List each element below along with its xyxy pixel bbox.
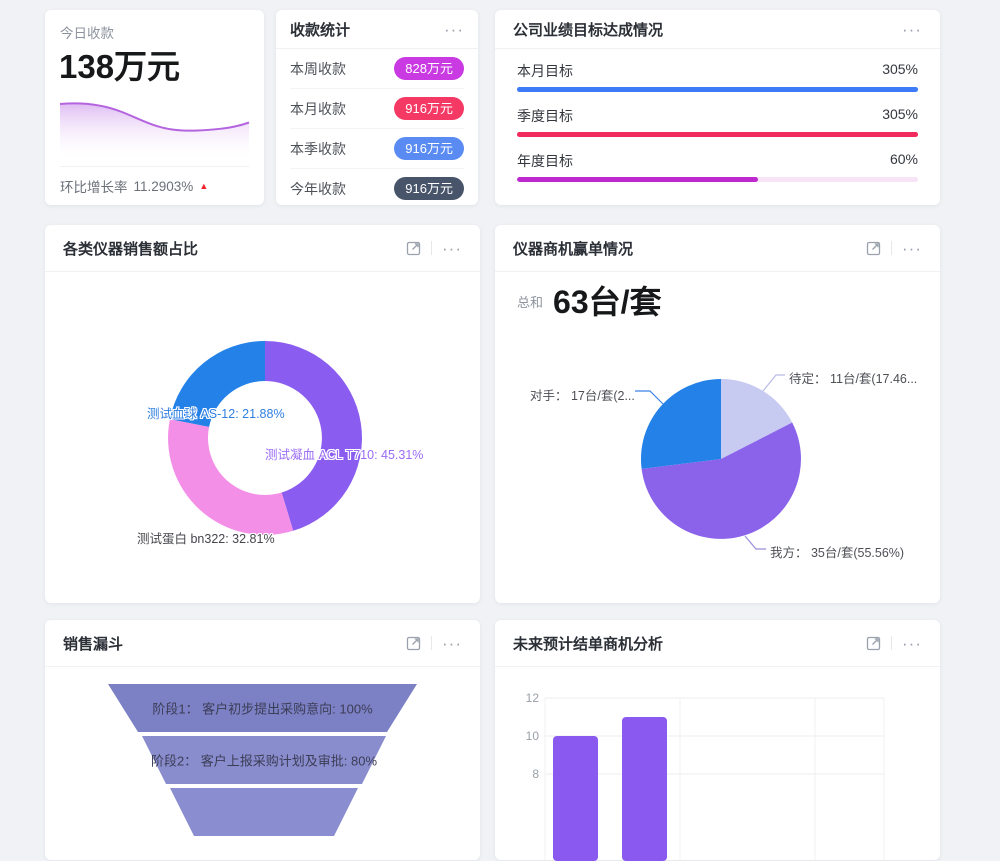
stat-row: 本季收款 916万元 xyxy=(290,129,464,169)
card-header: 销售漏斗 ··· xyxy=(45,620,480,667)
goal-progress-track xyxy=(517,132,918,137)
stats-row-list: 本周收款828万元本月收款916万元本季收款916万元今年收款916万元 xyxy=(276,49,478,205)
card-title: 未来预计结单商机分析 xyxy=(513,633,663,654)
y-axis-tick: 12 xyxy=(526,691,540,705)
donut-slice-label: 测试蛋白 bn322: 32.81% xyxy=(137,528,275,547)
ellipsis-icon[interactable]: ··· xyxy=(442,240,462,257)
sparkline-area xyxy=(60,103,249,161)
card-collection-stats: 收款统计 ··· 本周收款828万元本月收款916万元本季收款916万元今年收款… xyxy=(276,10,478,205)
divider xyxy=(60,166,249,167)
goal-label: 本月目标 xyxy=(517,61,573,81)
today-value: 138万元 xyxy=(59,40,180,88)
today-label: 今日收款 xyxy=(60,22,114,42)
card-today-collection: 今日收款 138万元 环比增长率 11.2903% ▲ xyxy=(45,10,264,205)
pie-chart[interactable]: 总和 63台/套 待定： 11台/套(17.46...我方： 35台/套(55.… xyxy=(495,272,940,604)
goal-row: 季度目标 305% xyxy=(517,106,918,137)
pie-slice-label: 我方： 35台/套(55.56%) xyxy=(770,542,904,561)
card-header: 未来预计结单商机分析 ··· xyxy=(495,620,940,667)
goal-value: 305% xyxy=(882,61,918,81)
up-triangle-icon: ▲ xyxy=(199,182,208,191)
bar-chart[interactable]: 12 10 8 xyxy=(495,667,940,861)
card-opportunity-win: 仪器商机赢单情况 ··· 总和 63台/套 待定： 11台/套(17.46...… xyxy=(495,225,940,603)
funnel-stage-label: 阶段1： 客户初步提出采购意向: 100% xyxy=(152,699,372,718)
card-instrument-sales-share: 各类仪器销售额占比 ··· 测试凝血 ACL T710: 45.31% 测试蛋白 … xyxy=(45,225,480,603)
stat-label: 本周收款 xyxy=(290,59,346,79)
expand-icon[interactable] xyxy=(866,241,881,256)
bar[interactable] xyxy=(622,717,667,861)
donut-slice-label: 测试凝血 ACL T710: 45.31% xyxy=(265,444,423,463)
card-title: 销售漏斗 xyxy=(63,633,123,654)
today-sparkline-chart[interactable] xyxy=(60,97,250,161)
ellipsis-icon[interactable]: ··· xyxy=(902,635,922,652)
donut-slice-label: 测试血球 AS-12: 21.88% xyxy=(147,403,285,422)
expand-icon[interactable] xyxy=(406,241,421,256)
growth-label: 环比增长率 xyxy=(60,176,128,196)
funnel-stage[interactable] xyxy=(170,788,358,836)
funnel-chart[interactable]: 阶段1： 客户初步提出采购意向: 100% 阶段2： 客户上报采购计划及审批: 8… xyxy=(45,667,480,861)
stat-label: 今年收款 xyxy=(290,179,346,199)
card-title: 各类仪器销售额占比 xyxy=(63,238,198,259)
growth-value: 11.2903% xyxy=(134,179,194,194)
card-sales-funnel: 销售漏斗 ··· 阶段1： 客户初步提出采购意向: 100% 阶段2： 客户上报采… xyxy=(45,620,480,860)
goal-progress-fill xyxy=(517,177,758,182)
stat-badge: 916万元 xyxy=(394,97,464,121)
ellipsis-icon[interactable]: ··· xyxy=(444,21,464,38)
goal-row-top: 年度目标 60% xyxy=(517,151,918,171)
goal-row-list: 本月目标 305% 季度目标 305% 年度目标 60% xyxy=(495,49,940,182)
goal-row: 本月目标 305% xyxy=(517,61,918,92)
pie-slice[interactable] xyxy=(641,379,721,469)
funnel-stage-label: 阶段2： 客户上报采购计划及审批: 80% xyxy=(151,751,377,770)
goal-label: 季度目标 xyxy=(517,106,573,126)
divider xyxy=(891,241,892,255)
card-header: 仪器商机赢单情况 ··· xyxy=(495,225,940,272)
donut-slice[interactable] xyxy=(168,419,293,535)
y-axis-tick: 8 xyxy=(532,767,539,781)
expand-icon[interactable] xyxy=(406,636,421,651)
card-header: 收款统计 ··· xyxy=(276,10,478,49)
goal-progress-fill xyxy=(517,132,918,137)
card-performance-goals: 公司业绩目标达成情况 ··· 本月目标 305% 季度目标 305% 年度目标 60% xyxy=(495,10,940,205)
stat-row: 本月收款 916万元 xyxy=(290,89,464,129)
ellipsis-icon[interactable]: ··· xyxy=(902,21,922,38)
card-future-deals-analysis: 未来预计结单商机分析 ··· 12 10 8 xyxy=(495,620,940,860)
goal-row-top: 本月目标 305% xyxy=(517,61,918,81)
pie-label-leader xyxy=(763,375,785,391)
divider xyxy=(431,636,432,650)
stat-badge: 916万元 xyxy=(394,137,464,161)
card-title: 收款统计 xyxy=(290,19,350,40)
donut-chart[interactable]: 测试凝血 ACL T710: 45.31% 测试蛋白 bn322: 32.81% 测… xyxy=(45,272,480,604)
ellipsis-icon[interactable]: ··· xyxy=(902,240,922,257)
y-axis-tick: 10 xyxy=(526,729,540,743)
expand-icon[interactable] xyxy=(866,636,881,651)
goal-row: 年度目标 60% xyxy=(517,151,918,182)
today-growth-line: 环比增长率 11.2903% ▲ xyxy=(60,176,208,196)
goal-progress-track xyxy=(517,177,918,182)
goal-progress-track xyxy=(517,87,918,92)
card-title: 仪器商机赢单情况 xyxy=(513,238,633,259)
stat-label: 本月收款 xyxy=(290,99,346,119)
divider xyxy=(431,241,432,255)
card-header: 各类仪器销售额占比 ··· xyxy=(45,225,480,272)
goal-progress-fill xyxy=(517,87,918,92)
stat-badge: 916万元 xyxy=(394,177,464,201)
pie-label-leader xyxy=(745,536,766,549)
ellipsis-icon[interactable]: ··· xyxy=(442,635,462,652)
pie-label-leader xyxy=(635,391,663,404)
card-title: 公司业绩目标达成情况 xyxy=(513,19,663,40)
stat-badge: 828万元 xyxy=(394,57,464,81)
goal-label: 年度目标 xyxy=(517,151,573,171)
dashboard-page: 今日收款 138万元 环比增长率 11.2903% ▲ 收款统计 ··· 本周收… xyxy=(0,0,1000,800)
goal-value: 60% xyxy=(890,151,918,171)
goal-value: 305% xyxy=(882,106,918,126)
card-header: 公司业绩目标达成情况 ··· xyxy=(495,10,940,49)
stat-row: 本周收款 828万元 xyxy=(290,49,464,89)
stat-row: 今年收款 916万元 xyxy=(290,169,464,205)
stat-label: 本季收款 xyxy=(290,139,346,159)
pie-slice-label: 对手： 17台/套(2... xyxy=(530,385,635,404)
pie-slice-label: 待定： 11台/套(17.46... xyxy=(789,368,917,387)
bar[interactable] xyxy=(553,736,598,861)
goal-row-top: 季度目标 305% xyxy=(517,106,918,126)
divider xyxy=(891,636,892,650)
